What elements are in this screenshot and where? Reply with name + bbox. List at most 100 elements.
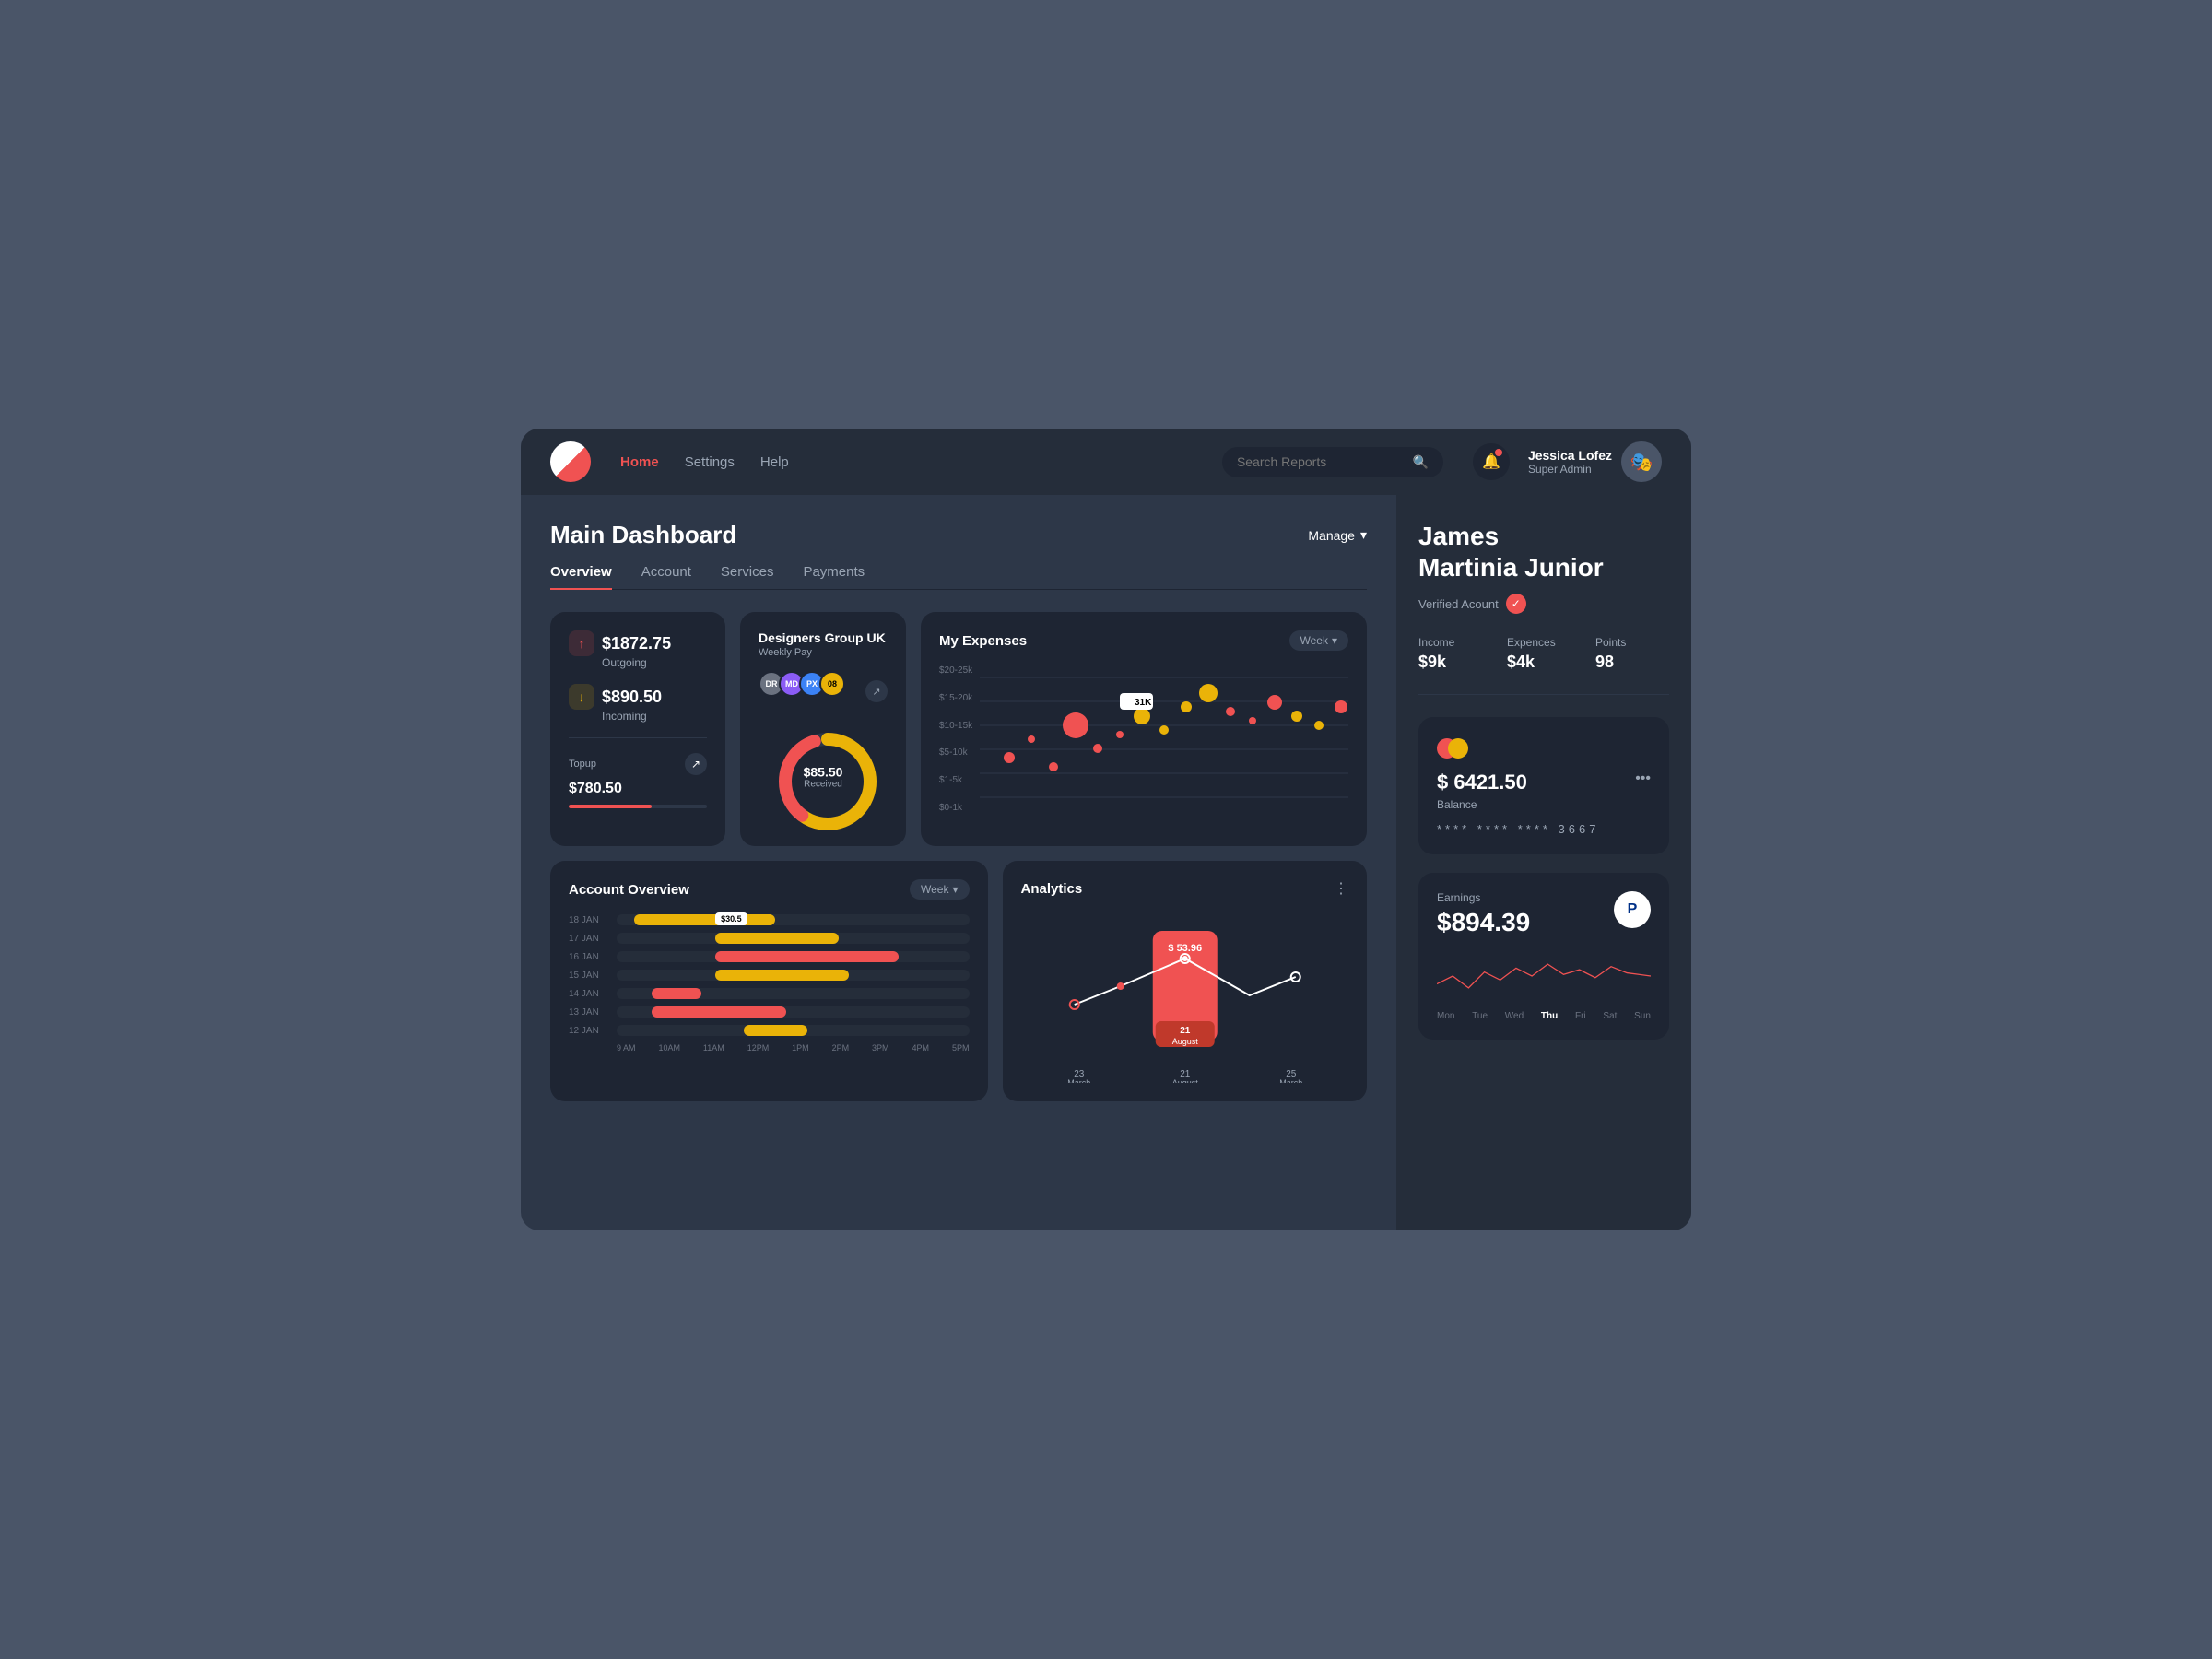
notification-dot <box>1495 449 1502 456</box>
svg-text:$ 53.96: $ 53.96 <box>1168 943 1202 954</box>
svg-text:31K: 31K <box>1135 698 1152 708</box>
gantt-row-15jan: 15 JAN <box>569 970 970 981</box>
overview-week-button[interactable]: Week ▾ <box>910 879 970 900</box>
topup-section: Topup ↗ $780.50 <box>569 737 707 808</box>
gantt-row-14jan: 14 JAN <box>569 988 970 999</box>
card-number: **** **** **** 3667 <box>1437 822 1651 836</box>
expenses-label: Expences <box>1507 636 1581 649</box>
gantt-x-labels: 9 AM 10AM 11AM 12PM 1PM 2PM 3PM 4PM 5PM <box>617 1043 970 1053</box>
avatar-count: 08 <box>819 671 845 697</box>
outgoing-label: Outgoing <box>602 656 707 669</box>
avatar-group: DR MD PX 08 <box>759 671 845 697</box>
gantt-chart: 18 JAN 17 JAN $30.5 <box>569 914 970 1053</box>
analytics-card: Analytics ⋮ $ 53.96 21 August <box>1003 861 1368 1101</box>
analytics-more-button[interactable]: ⋮ <box>1334 879 1348 898</box>
day-fri: Fri <box>1575 1011 1586 1021</box>
points-value: 98 <box>1595 653 1669 672</box>
gantt-bar <box>652 988 701 999</box>
scatter-area: 31K <box>980 665 1348 813</box>
manage-button[interactable]: Manage ▾ <box>1308 527 1367 543</box>
expenses-title: My Expenses <box>939 633 1027 649</box>
week-chevron-icon: ▾ <box>1332 634 1337 647</box>
main-layout: Main Dashboard Manage ▾ Overview Account… <box>521 495 1691 1230</box>
income-value: $9k <box>1418 653 1492 672</box>
navbar-right: 🔔 Jessica Lofez Super Admin 🎭 <box>1473 441 1662 482</box>
gantt-bar <box>652 1006 785 1018</box>
payment-card-section: $ 6421.50 ••• Balance **** **** **** 366… <box>1418 717 1669 854</box>
income-stat: Income $9k <box>1418 636 1492 672</box>
app-container: Home Settings Help 🔍 🔔 Jessica Lofez Sup… <box>521 429 1691 1230</box>
incoming-arrow-icon: ↓ <box>569 684 594 710</box>
expenses-stat: Expences $4k <box>1507 636 1581 672</box>
tab-services[interactable]: Services <box>721 564 774 589</box>
overview-title: Account Overview <box>569 882 689 898</box>
day-thu: Thu <box>1541 1011 1558 1021</box>
donut-chart: $85.50 Received <box>772 726 874 828</box>
day-mon: Mon <box>1437 1011 1454 1021</box>
verified-check-icon: ✓ <box>1506 594 1526 614</box>
gantt-bar <box>715 951 899 962</box>
left-panel: Main Dashboard Manage ▾ Overview Account… <box>521 495 1396 1230</box>
gantt-bar <box>634 914 775 925</box>
stats-row: Income $9k Expences $4k Points 98 <box>1418 636 1669 695</box>
designers-title: Designers Group UK <box>759 630 888 645</box>
chevron-down-icon: ▾ <box>1360 527 1367 543</box>
outgoing-item: ↑ $1872.75 Outgoing <box>569 630 707 669</box>
gantt-bar <box>715 970 849 981</box>
analytics-title: Analytics <box>1021 881 1083 897</box>
tab-overview[interactable]: Overview <box>550 564 612 589</box>
verified-label: Verified Acount <box>1418 597 1499 611</box>
gantt-row-18jan: 18 JAN <box>569 914 970 925</box>
card-more-button[interactable]: ••• <box>1635 771 1651 787</box>
card-balance: $ 6421.50 <box>1437 771 1527 794</box>
incoming-item: ↓ $890.50 Incoming <box>569 684 707 723</box>
incoming-amount: $890.50 <box>602 688 662 707</box>
mastercard-logo <box>1437 735 1474 761</box>
logo-icon <box>550 441 591 482</box>
earnings-amount: $894.39 <box>1437 908 1530 937</box>
gantt-row-16jan: 16 JAN <box>569 951 970 962</box>
profile-name: JamesMartinia Junior <box>1418 521 1669 582</box>
overview-chevron-icon: ▾ <box>952 883 958 896</box>
gantt-tooltip: $30.5 <box>715 912 747 925</box>
tab-payments[interactable]: Payments <box>803 564 865 589</box>
topup-amount: $780.50 <box>569 781 707 797</box>
designers-card: Designers Group UK Weekly Pay DR MD PX 0… <box>740 612 906 846</box>
verified-badge: Verified Acount ✓ <box>1418 594 1669 614</box>
tabs: Overview Account Services Payments <box>550 564 1367 590</box>
gantt-bar <box>744 1025 807 1036</box>
designers-arrow-button[interactable]: ↗ <box>865 680 888 702</box>
svg-text:August: August <box>1171 1037 1198 1046</box>
search-bar[interactable]: 🔍 <box>1222 447 1443 477</box>
search-input[interactable] <box>1237 454 1406 469</box>
nav-settings[interactable]: Settings <box>685 454 735 470</box>
avatar-icon: 🎭 <box>1630 451 1653 474</box>
points-stat: Points 98 <box>1595 636 1669 672</box>
analytics-chart: $ 53.96 21 August <box>1021 912 1349 1083</box>
topup-progress <box>569 805 707 808</box>
balance-label: Balance <box>1437 798 1651 811</box>
day-sun: Sun <box>1634 1011 1651 1021</box>
gantt-row-12jan: 12 JAN <box>569 1025 970 1036</box>
paypal-icon: P <box>1614 891 1651 928</box>
nav-help[interactable]: Help <box>760 454 789 470</box>
avatar[interactable]: 🎭 <box>1621 441 1662 482</box>
tab-account[interactable]: Account <box>641 564 691 589</box>
progress-fill <box>569 805 652 808</box>
incoming-label: Incoming <box>602 710 707 723</box>
notifications-button[interactable]: 🔔 <box>1473 443 1510 480</box>
navbar: Home Settings Help 🔍 🔔 Jessica Lofez Sup… <box>521 429 1691 495</box>
user-info: Jessica Lofez Super Admin 🎭 <box>1528 441 1662 482</box>
mastercard-right-circle <box>1448 738 1468 759</box>
day-tue: Tue <box>1472 1011 1488 1021</box>
expenses-week-button[interactable]: Week ▾ <box>1289 630 1349 651</box>
top-cards-row: ↑ $1872.75 Outgoing ↓ $890.50 Incoming <box>550 612 1367 846</box>
nav-home[interactable]: Home <box>620 454 659 470</box>
topup-arrow-button[interactable]: ↗ <box>685 753 707 775</box>
day-sat: Sat <box>1603 1011 1617 1021</box>
svg-text:March: March <box>1279 1078 1302 1083</box>
gantt-row-13jan: 13 JAN <box>569 1006 970 1018</box>
donut-label: Received <box>804 780 843 790</box>
paypal-p-icon: P <box>1628 901 1638 918</box>
day-wed: Wed <box>1505 1011 1524 1021</box>
